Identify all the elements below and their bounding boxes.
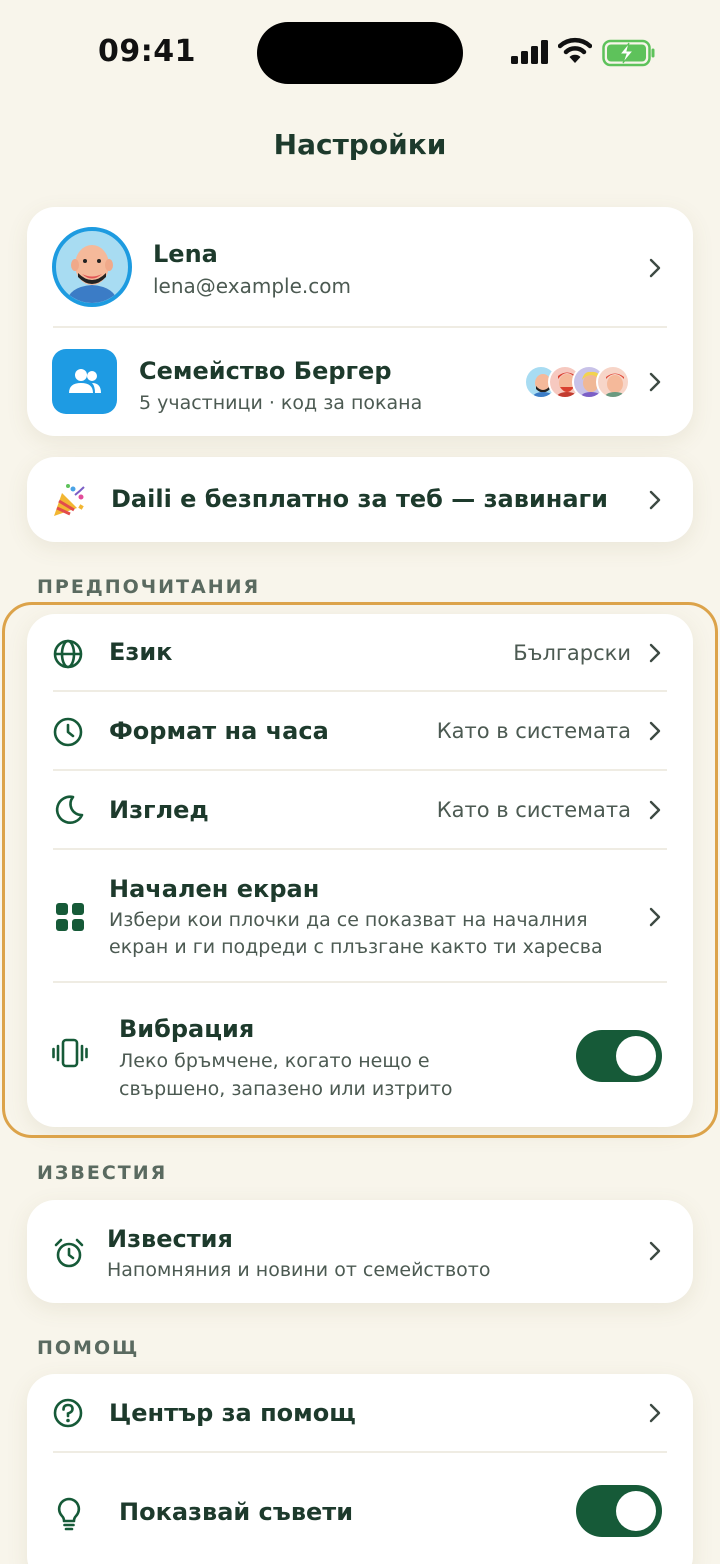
member-avatar: [596, 365, 630, 399]
party-popper-icon: [54, 484, 85, 516]
wifi-icon: [558, 37, 592, 63]
cellular-signal-icon: [511, 40, 548, 64]
section-label-preferences: ПРЕДПОЧИТАНИЯ: [37, 576, 261, 598]
help-center-label: Център за помощ: [109, 1399, 356, 1427]
promo-card[interactable]: Daili е безплатно за теб — завинаги: [27, 457, 693, 542]
family-icon-tile: [52, 349, 117, 414]
lightbulb-icon: [57, 1497, 81, 1531]
notifications-subtitle: Напомняния и новини от семейството: [107, 1259, 491, 1281]
toggle-knob: [616, 1491, 656, 1531]
promo-text: Daili е безплатно за теб — завинаги: [111, 485, 608, 513]
family-subtitle: 5 участници · код за покана: [139, 392, 423, 414]
page-title: Настройки: [273, 128, 447, 161]
user-avatar: [52, 227, 132, 307]
profile-name: Lena: [153, 240, 218, 268]
question-circle-icon: [53, 1398, 83, 1428]
section-label-notifications: ИЗВЕСТИЯ: [37, 1162, 168, 1184]
chevron-right-icon: [649, 258, 661, 278]
profile-email: lena@example.com: [153, 274, 351, 298]
alarm-clock-icon: [54, 1238, 84, 1268]
chevron-right-icon: [649, 1403, 661, 1423]
status-time: 09:41: [98, 34, 196, 69]
profile-row[interactable]: Lena lena@example.com: [27, 207, 693, 327]
help-card: Център за помощ Показвай съвети: [27, 1374, 693, 1564]
focus-highlight-outline: [2, 602, 718, 1138]
battery-charging-icon: [602, 39, 655, 67]
show-tips-row: Показвай съвети: [27, 1453, 693, 1564]
chevron-right-icon: [649, 372, 661, 392]
family-row[interactable]: Семейство Бергер 5 участници · код за по…: [27, 328, 693, 436]
dynamic-island: [257, 22, 463, 84]
account-card: Lena lena@example.com Семейство Бергер 5…: [27, 207, 693, 436]
notifications-label: Известия: [107, 1225, 233, 1253]
group-icon: [69, 369, 101, 393]
chevron-right-icon: [649, 490, 661, 510]
help-center-row[interactable]: Център за помощ: [27, 1374, 693, 1452]
show-tips-toggle[interactable]: [576, 1485, 662, 1537]
show-tips-label: Показвай съвети: [119, 1498, 354, 1526]
family-name: Семейство Бергер: [139, 357, 392, 385]
section-label-help: ПОМОЩ: [37, 1337, 140, 1359]
status-bar: 09:41: [0, 0, 720, 100]
chevron-right-icon: [649, 1241, 661, 1261]
family-members-avatars: [524, 365, 634, 399]
notifications-card[interactable]: Известия Напомняния и новини от семейств…: [27, 1200, 693, 1303]
